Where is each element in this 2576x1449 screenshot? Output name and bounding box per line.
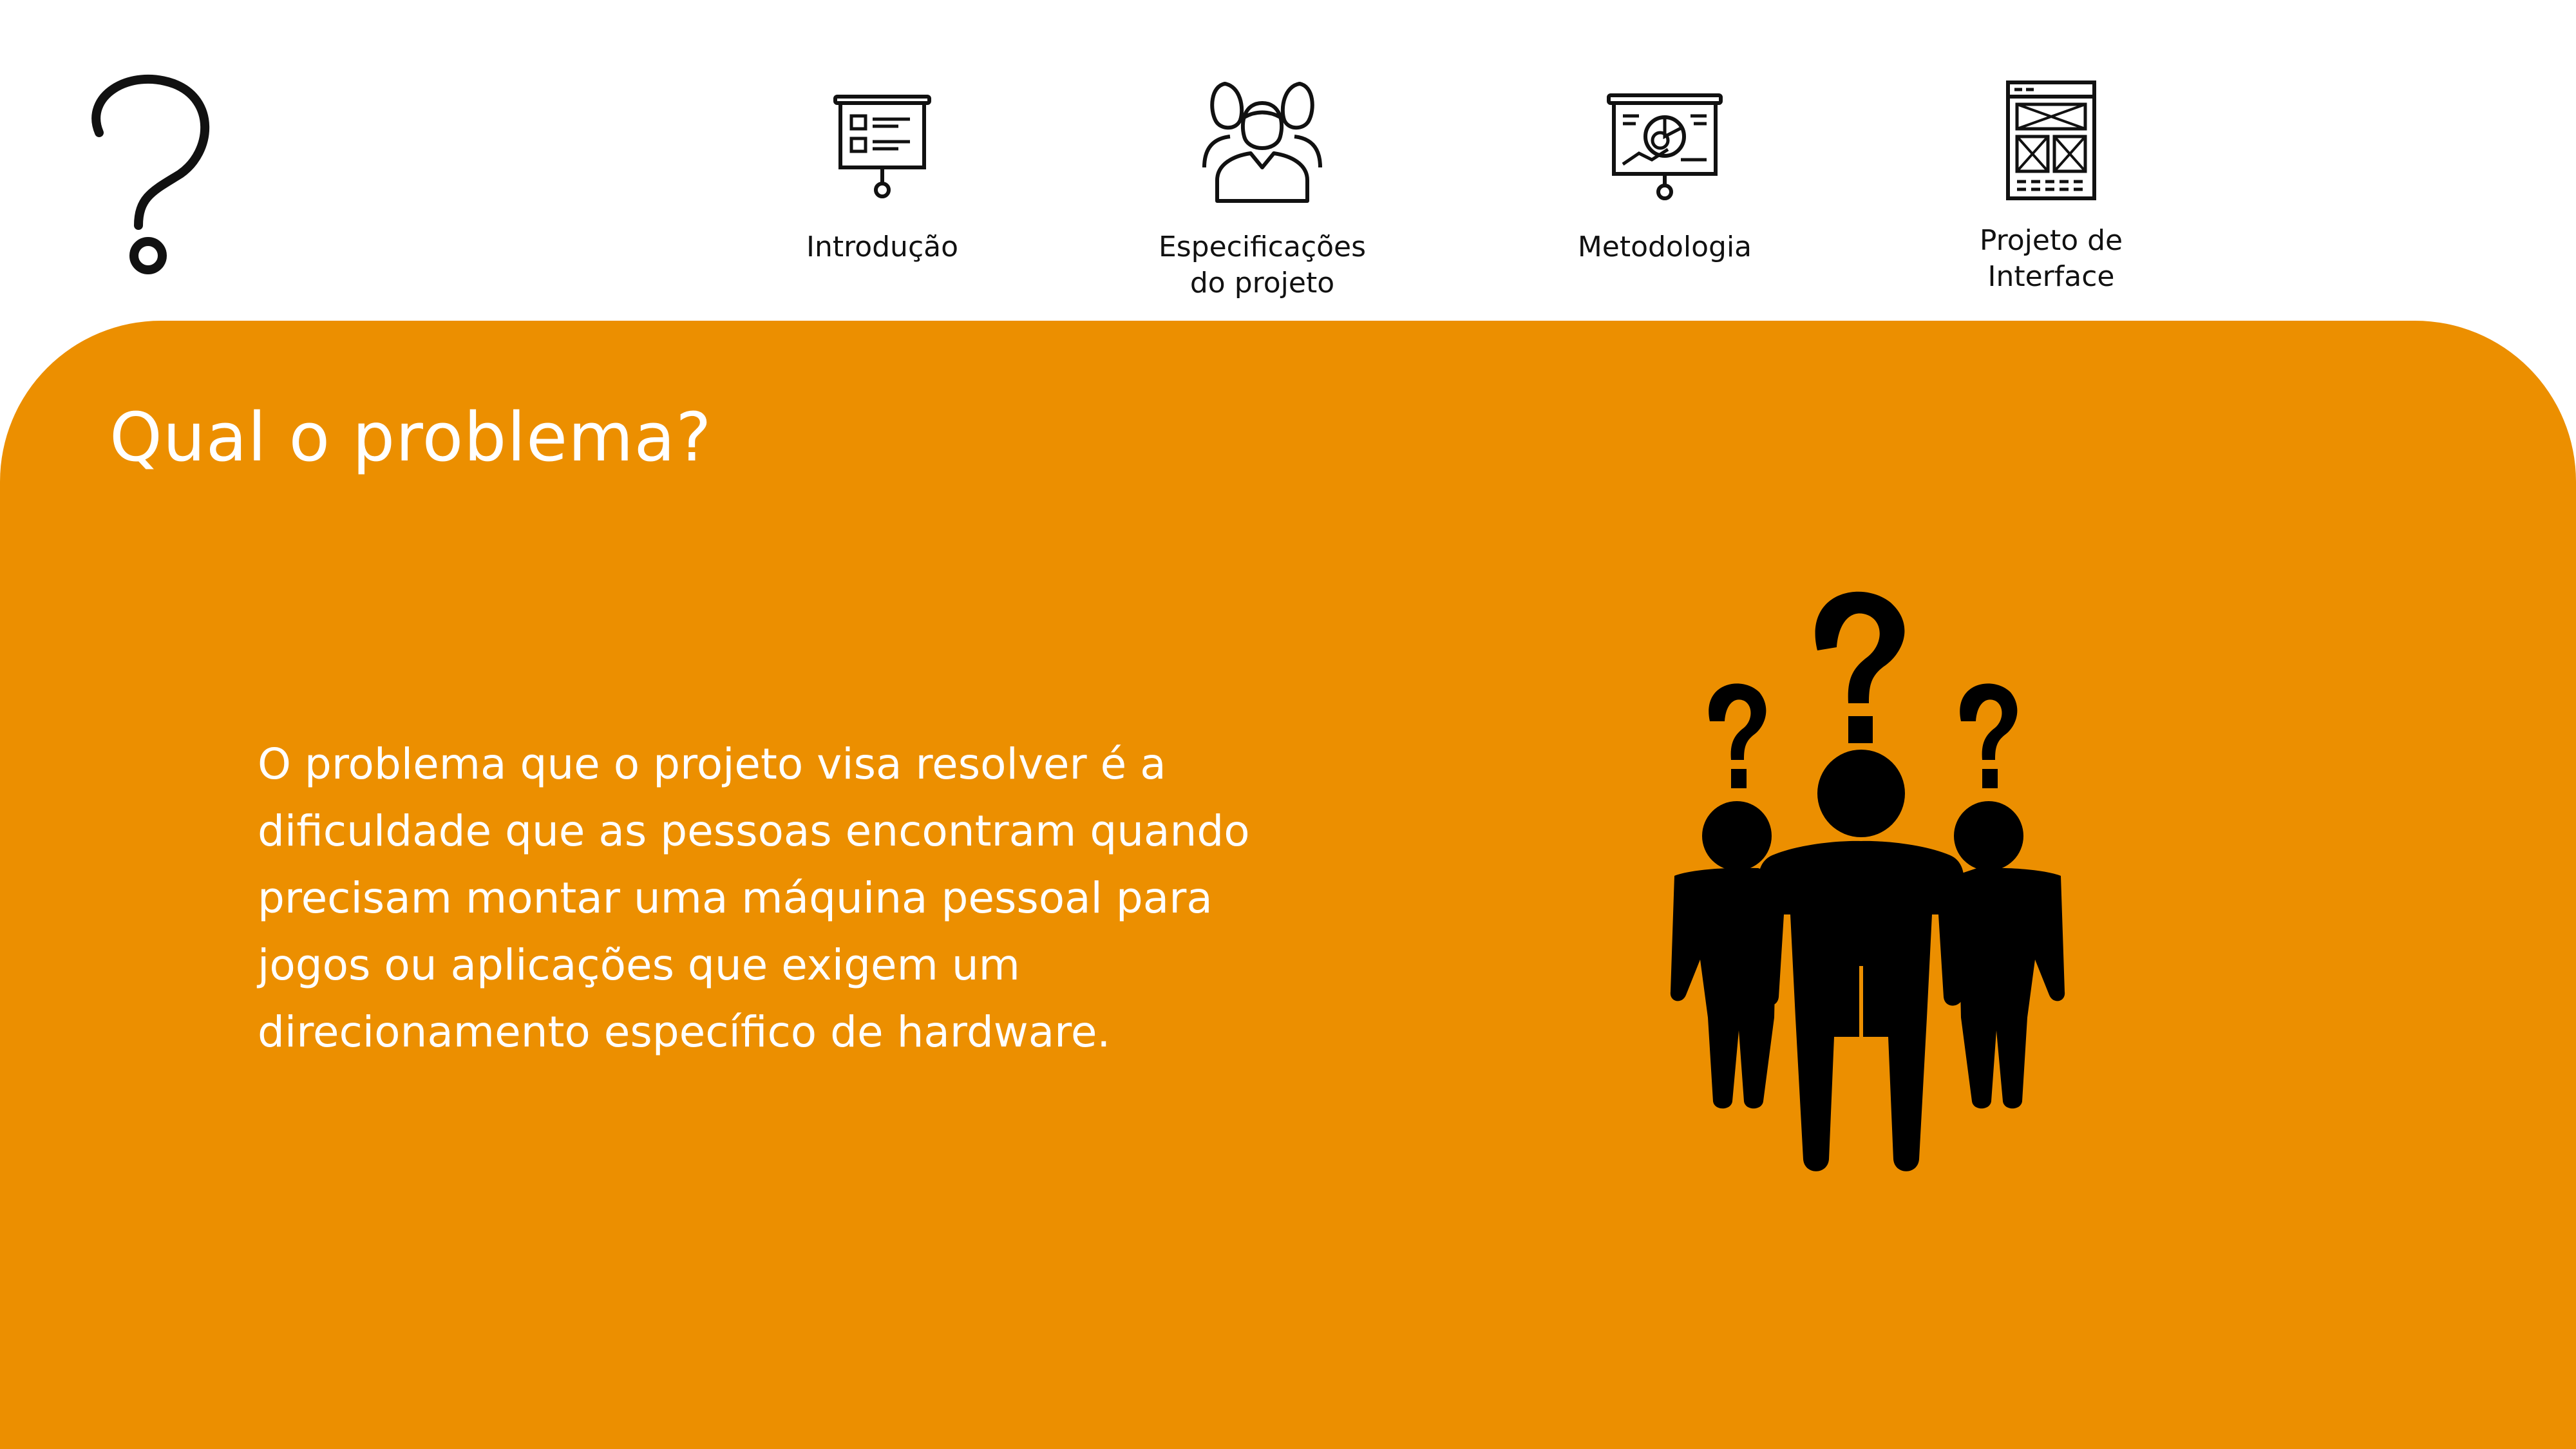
nav-label: Projeto de Interface bbox=[1979, 224, 2123, 294]
nav-item-metodologia[interactable]: Metodologia bbox=[1565, 77, 1765, 265]
nav-label: Introdução bbox=[806, 231, 959, 263]
nav-label: Metodologia bbox=[1577, 231, 1752, 263]
analytics-board-icon bbox=[1607, 93, 1723, 200]
user-group-icon bbox=[1202, 81, 1322, 203]
wireframe-icon bbox=[2006, 80, 2096, 200]
nav-item-projeto-interface[interactable]: Projeto de Interface bbox=[1951, 77, 2151, 296]
slide: Introdução Especificações do projeto Met… bbox=[0, 0, 2576, 1449]
nav-label: Especificações do projeto bbox=[1158, 231, 1367, 300]
page-title: Qual o problema? bbox=[109, 398, 712, 477]
confused-people-icon bbox=[1670, 591, 2065, 1171]
nav-item-especificacoes[interactable]: Especificações do projeto bbox=[1146, 77, 1378, 302]
question-mark-icon bbox=[91, 74, 210, 274]
problem-description: O problema que o projeto visa resolver é… bbox=[258, 739, 1250, 1057]
presentation-board-icon bbox=[833, 95, 931, 198]
nav-item-introducao[interactable]: Introdução bbox=[786, 77, 979, 265]
